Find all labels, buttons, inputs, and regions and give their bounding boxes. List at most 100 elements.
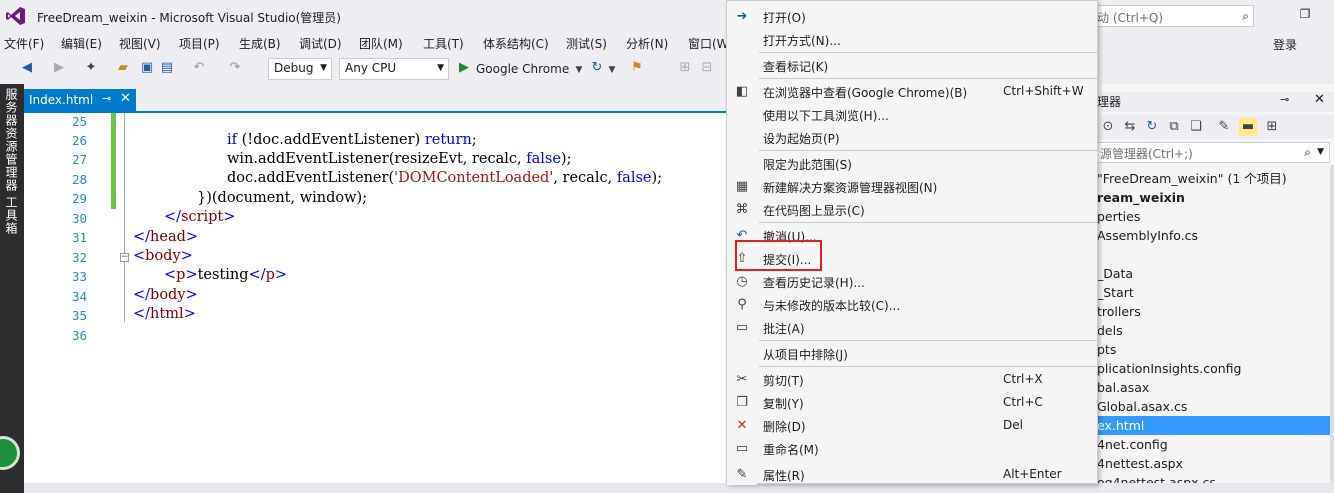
solution-config-select[interactable]: Debug ▼: [268, 58, 332, 80]
menu-analyze[interactable]: 分析(N): [626, 35, 668, 52]
chevron-down-icon[interactable]: ▼: [570, 61, 588, 79]
browser-link-icon[interactable]: ⚑: [628, 59, 646, 77]
back-icon[interactable]: ◀: [18, 59, 36, 77]
close-icon[interactable]: ✕: [120, 91, 131, 106]
home-icon[interactable]: ⊙: [1099, 118, 1117, 136]
pin-icon[interactable]: ⊸: [102, 92, 111, 105]
context-menu-item[interactable]: ▦ 新建解决方案资源管理器视图(N): [727, 175, 1097, 198]
refresh-icon[interactable]: ↻: [1143, 118, 1161, 136]
context-menu-item[interactable]: 从项目中排除(J): [727, 342, 1097, 365]
search-icon[interactable]: ⌕: [1304, 145, 1311, 160]
class-view-icon[interactable]: ⊞: [1263, 118, 1281, 136]
tree-item[interactable]: dels: [1097, 321, 1334, 340]
collapse-all-icon[interactable]: ⧉: [1165, 118, 1183, 136]
tree-item[interactable]: og4nettest.aspx.cs: [1097, 473, 1334, 483]
tree-item[interactable]: _Start: [1097, 283, 1334, 302]
solution-explorer-toolbar: ⊙ ⇆ ↻ ⧉ ❏ ✎ ▬ ⊞: [1097, 115, 1334, 139]
sync-icon[interactable]: ⇆: [1121, 118, 1139, 136]
context-menu-item[interactable]: ➜ 打开(O): [727, 5, 1097, 28]
tree-item[interactable]: 4net.config: [1097, 435, 1334, 454]
menu-separator: [759, 340, 1097, 341]
start-debug-icon[interactable]: ▶: [455, 59, 473, 77]
menu-separator: [759, 366, 1097, 367]
context-menu-item[interactable]: ✕ 删除(D) Del: [727, 414, 1097, 437]
toolbar-icon-2[interactable]: ⊟: [698, 59, 716, 77]
menu-view[interactable]: 视图(V): [119, 35, 161, 52]
tree-item[interactable]: [1097, 245, 1334, 264]
forward-icon[interactable]: ▶: [50, 59, 68, 77]
tree-item[interactable]: ex.html: [1097, 416, 1334, 435]
vertical-scrollbar[interactable]: [1330, 165, 1334, 483]
context-menu-label: 打开(O): [763, 11, 806, 25]
context-menu-item[interactable]: 使用以下工具浏览(H)...: [727, 103, 1097, 126]
context-menu-item[interactable]: 设为起始页(P): [727, 126, 1097, 149]
menu-edit[interactable]: 编辑(E): [61, 35, 102, 52]
tree-item[interactable]: ream_weixin: [1097, 188, 1334, 207]
context-menu-label: 打开方式(N)...: [763, 34, 841, 48]
context-menu-item[interactable]: ▭ 重命名(M): [727, 437, 1097, 460]
code-editor[interactable]: [24, 113, 726, 483]
context-menu-item[interactable]: ⚲ 与未修改的版本比较(C)...: [727, 293, 1097, 316]
tab-index-html[interactable]: Index.html ⊸ ✕: [24, 89, 136, 111]
menu-file[interactable]: 文件(F): [4, 35, 44, 52]
server-explorer-tab[interactable]: 服务器资源管理器: [3, 88, 20, 192]
context-menu-item[interactable]: ✂ 剪切(T) Ctrl+X: [727, 368, 1097, 391]
context-menu-item[interactable]: 查看标记(K): [727, 54, 1097, 77]
search-icon[interactable]: ⌕: [1242, 9, 1249, 24]
menu-team[interactable]: 团队(M): [359, 35, 403, 52]
chevron-down-icon[interactable]: ▼: [603, 61, 621, 79]
tree-item[interactable]: perties: [1097, 207, 1334, 226]
tree-item[interactable]: Global.asax.cs: [1097, 397, 1334, 416]
toolbox-tab[interactable]: 工具箱: [3, 196, 20, 235]
menu-test[interactable]: 测试(S): [566, 35, 607, 52]
menu-architecture[interactable]: 体系结构(C): [483, 35, 549, 52]
redo-icon[interactable]: ↷: [226, 59, 244, 77]
horizontal-scrollbar[interactable]: [24, 483, 1334, 493]
tree-item[interactable]: pts: [1097, 340, 1334, 359]
browser-target-button[interactable]: Google Chrome: [476, 62, 569, 76]
tree-item[interactable]: AssemblyInfo.cs: [1097, 226, 1334, 245]
tree-item[interactable]: trollers: [1097, 302, 1334, 321]
close-icon[interactable]: ✕: [1314, 92, 1325, 107]
context-menu-shortcut: Ctrl+X: [1003, 372, 1043, 386]
context-menu-item[interactable]: ◷ 查看历史记录(H)...: [727, 270, 1097, 293]
undo-icon[interactable]: ↶: [190, 59, 208, 77]
context-menu-item[interactable]: 限定为此范围(S): [727, 152, 1097, 175]
tree-item[interactable]: 4nettest.aspx: [1097, 454, 1334, 473]
chevron-down-icon[interactable]: ▼: [1317, 147, 1324, 157]
pin-icon[interactable]: ⊸: [1280, 93, 1289, 106]
solution-explorer-title: 理器: [1097, 95, 1122, 109]
preview-icon[interactable]: ▬: [1239, 118, 1257, 136]
context-menu-item[interactable]: ▭ 批注(A): [727, 316, 1097, 339]
menu-window[interactable]: 窗口(W: [688, 35, 726, 52]
context-menu-item[interactable]: ◧ 在浏览器中查看(Google Chrome)(B) Ctrl+Shift+W: [727, 80, 1097, 103]
context-menu-item[interactable]: ⌘ 在代码图上显示(C): [727, 198, 1097, 221]
platform-select[interactable]: Any CPU ▼: [339, 58, 449, 80]
login-link[interactable]: 登录: [1273, 36, 1297, 53]
tree-item[interactable]: plicationInsights.config: [1097, 359, 1334, 378]
new-project-icon[interactable]: ✦: [82, 59, 100, 77]
menu-project[interactable]: 项目(P): [179, 35, 220, 52]
annotate-icon: ▭: [735, 320, 749, 335]
menu-tools[interactable]: 工具(T): [423, 35, 464, 52]
solution-explorer-search-input[interactable]: 源管理器(Ctrl+;) ⌕ ▼: [1097, 142, 1330, 163]
tree-item[interactable]: _Data: [1097, 264, 1334, 283]
save-all-icon[interactable]: ▤: [158, 59, 176, 77]
open-folder-icon[interactable]: ▰: [114, 59, 132, 77]
delete-icon: ✕: [736, 418, 748, 433]
wrench-icon[interactable]: ✎: [1215, 118, 1233, 136]
context-menu-label: 属性(R): [763, 469, 805, 483]
menu-build[interactable]: 生成(B): [239, 35, 281, 52]
save-icon[interactable]: ▣: [138, 59, 156, 77]
show-all-files-icon[interactable]: ❏: [1187, 118, 1205, 136]
quick-launch-input[interactable]: 动 (Ctrl+Q) ⌕: [1090, 5, 1254, 27]
tree-item[interactable]: bal.asax: [1097, 378, 1334, 397]
context-menu-item[interactable]: ❐ 复制(Y) Ctrl+C: [727, 391, 1097, 414]
restore-window-button[interactable]: ❐: [1296, 7, 1314, 23]
context-menu-item[interactable]: 打开方式(N)...: [727, 28, 1097, 51]
context-menu-item[interactable]: ✎ 属性(R) Alt+Enter: [727, 463, 1097, 486]
toolbar-icon[interactable]: ⊞: [676, 59, 694, 77]
collapse-icon[interactable]: −: [120, 253, 129, 262]
tree-item[interactable]: "FreeDream_weixin" (1 个项目): [1097, 169, 1334, 188]
menu-debug[interactable]: 调试(D): [299, 35, 342, 52]
